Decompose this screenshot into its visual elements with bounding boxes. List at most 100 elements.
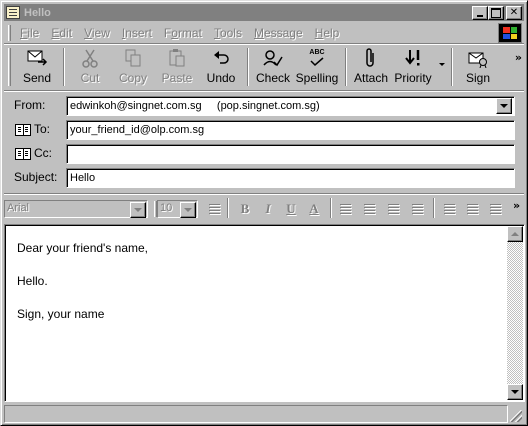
check-label: Check [255,71,290,85]
toolbar-more-icon[interactable]: » [515,51,522,64]
maximize-button[interactable] [488,5,504,20]
from-dropdown-button[interactable] [496,98,512,114]
font-color-button[interactable]: A [306,201,322,217]
from-value: edwinkoh@singnet.com.sg (pop.singnet.com… [70,100,320,112]
menu-view[interactable]: View [79,26,117,40]
resize-grip-icon[interactable] [510,410,522,422]
format-separator [227,198,229,218]
note-icon [6,6,20,19]
toolbar-separator [247,48,249,86]
toolbar-grip[interactable] [8,48,11,86]
windows-logo-icon [498,23,522,43]
sign-label: Sign [465,71,491,85]
attach-label: Attach [353,71,389,85]
menu-bar: File Edit View Insert Format Tools Messa… [4,23,524,43]
font-value: Arial [7,202,30,214]
send-button[interactable]: Send [15,45,59,89]
copy-button[interactable]: Copy [111,45,155,89]
cut-label: Cut [80,71,100,85]
minimize-button[interactable] [472,5,488,20]
spelling-label: Spelling [295,71,339,85]
priority-button[interactable]: Priority [391,45,445,89]
from-select[interactable]: edwinkoh@singnet.com.sg (pop.singnet.com… [66,96,515,116]
priority-label: Priority [394,71,432,85]
undo-button[interactable]: Undo [199,45,243,89]
bold-button[interactable]: B [237,201,253,217]
window-title: Hello [24,6,51,19]
subject-label: Subject: [14,170,58,184]
font-dropdown-button[interactable] [130,202,146,218]
cut-button[interactable]: Cut [69,45,111,89]
menu-message[interactable]: Message [249,26,310,40]
send-label: Send [22,71,52,85]
format-separator [330,198,332,218]
align-center-icon[interactable] [465,201,481,217]
body-line: Hello. [17,274,48,288]
underline-button[interactable]: U [283,201,299,217]
copy-label: Copy [118,71,147,85]
menu-grip[interactable] [8,25,11,41]
menu-edit[interactable]: Edit [46,26,79,40]
to-value: your_friend_id@olp.com.sg [70,124,205,136]
toolbar-separator [63,48,65,86]
menu-file[interactable]: File [15,26,46,40]
scroll-up-button[interactable] [507,226,523,242]
check-names-button[interactable]: Check [253,45,293,89]
undo-icon [209,47,233,69]
to-field[interactable]: your_friend_id@olp.com.sg [66,120,515,140]
menu-insert[interactable]: Insert [117,26,159,40]
compose-window: Hello ✕ File Edit View Insert Format Too… [0,0,528,426]
undo-label: Undo [206,71,236,85]
message-text[interactable]: Dear your friend's name, Hello. Sign, yo… [17,241,148,340]
numbering-icon[interactable] [338,201,354,217]
spelling-button[interactable]: ABC Spelling [293,45,341,89]
cc-label: Cc: [34,146,52,160]
check-names-icon [261,47,285,69]
paperclip-icon [359,47,383,69]
from-label: From: [14,98,46,112]
status-pane [4,405,508,423]
cc-field[interactable] [66,144,515,164]
paragraph-style-icon[interactable] [207,201,223,217]
sign-button[interactable]: Sign [457,45,499,89]
format-more-icon[interactable]: » [513,199,520,212]
formatting-toolbar: Arial 10 B I U A » [4,197,524,221]
format-separator [433,198,435,218]
align-right-icon[interactable] [488,201,504,217]
status-bar [4,405,524,423]
decrease-indent-icon[interactable] [386,201,402,217]
align-left-icon[interactable] [442,201,458,217]
paste-button[interactable]: Paste [155,45,199,89]
spelling-badge: ABC [309,49,325,56]
subject-value: Hello [70,172,96,184]
subject-field[interactable]: Hello [66,168,515,188]
header-separator [4,193,524,195]
message-body[interactable]: Dear your friend's name, Hello. Sign, yo… [4,224,525,402]
italic-button[interactable]: I [260,201,276,217]
priority-dropdown-icon[interactable] [439,63,445,66]
vertical-scrollbar[interactable] [507,226,523,400]
scroll-down-button[interactable] [507,384,523,400]
priority-icon [401,47,425,69]
font-size-dropdown-button[interactable] [180,202,196,218]
signature-line: Sign, your name [17,307,105,321]
close-button[interactable]: ✕ [506,5,522,20]
font-size-value: 10 [160,202,173,214]
menu-tools[interactable]: Tools [209,26,249,40]
address-book-icon[interactable] [15,124,31,136]
address-book-icon[interactable] [15,148,31,160]
spelling-icon: ABC [305,47,329,69]
greeting-line: Dear your friend's name, [17,241,149,255]
paste-icon [165,47,189,69]
toolbar-separator [345,48,347,86]
digital-sign-icon [466,47,490,69]
menu-help[interactable]: Help [310,26,347,40]
paste-label: Paste [161,71,193,85]
attach-button[interactable]: Attach [351,45,391,89]
font-select[interactable]: Arial [4,200,148,218]
increase-indent-icon[interactable] [410,201,426,217]
copy-icon [121,47,145,69]
bullets-icon[interactable] [362,201,378,217]
menu-format[interactable]: Format [159,26,209,40]
title-bar[interactable]: Hello ✕ [4,4,524,21]
